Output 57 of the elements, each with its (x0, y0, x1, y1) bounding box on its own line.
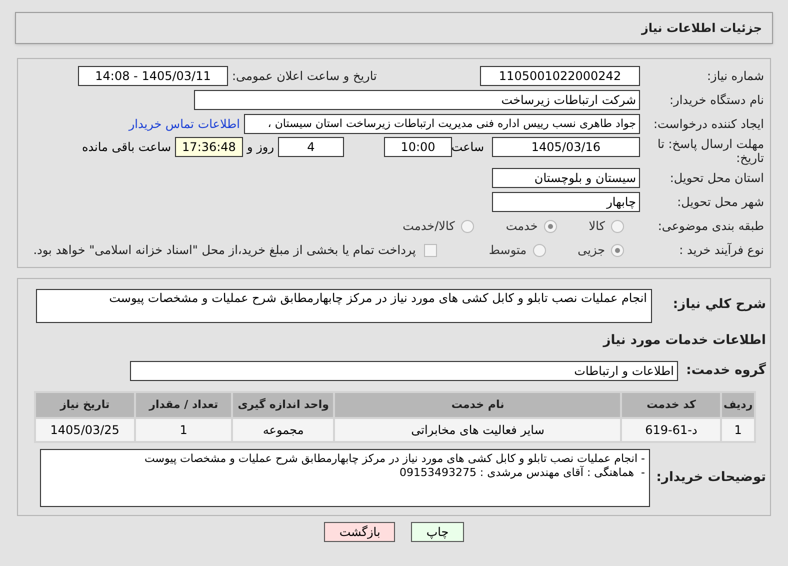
back-button[interactable]: بازگشت (324, 522, 396, 542)
radio-label: جزیی (578, 242, 605, 259)
field-label: شماره نیاز: (706, 68, 765, 85)
contact-link[interactable]: اطلاعات تماس خریدار (128, 115, 240, 133)
field-label: ساعت باقی مانده (80, 139, 172, 156)
radio-button[interactable] (460, 220, 474, 232)
field-label: روز و (246, 139, 275, 156)
table-cell: مجموعه (233, 418, 334, 440)
field-label: شرح کلي نياز: (672, 296, 767, 314)
city-field[interactable]: چابهار (492, 192, 640, 212)
column-header: کد خدمت (622, 392, 720, 416)
deadline-time-field[interactable]: 10:00 (384, 137, 452, 157)
table-cell: د-61-619 (622, 418, 720, 440)
announce-date-field[interactable]: 1405/03/11 - 14:08 (78, 66, 228, 86)
radio-label: کالا (588, 218, 605, 235)
field-label: استان محل تحویل: (668, 170, 765, 187)
field-label: شهر محل تحویل: (676, 194, 765, 211)
column-header: تعداد / مقدار (136, 392, 232, 416)
days-field[interactable]: 4 (278, 137, 344, 157)
column-header: ردیف (722, 392, 754, 416)
table-cell: 1 (722, 418, 754, 440)
radio-label: خدمت (506, 218, 538, 235)
field-label: نام دستگاه خریدار: (668, 92, 765, 109)
payment-note: پرداخت تمام یا بخشی از مبلغ خرید،از محل "اسناد خزانه اسلامی" خواهد بود. (33, 242, 416, 259)
print-button[interactable]: چاپ (411, 522, 464, 542)
need-number-field[interactable]: 1105001022000242 (480, 66, 640, 86)
notes-box[interactable]: - انجام عملیات نصب تابلو و کابل کشی های مورد نیاز در مرکز چابهارمطابق شرح عملیات و مشخصات پیوست - هماهنگی : آقای مهندس مرشدی : 09153493275 (40, 448, 650, 506)
column-header: تاریخ نیاز (36, 392, 134, 416)
field-label: مهلت ارسال پاسخ: تا تاریخ: (656, 137, 765, 165)
remaining-time-field[interactable]: 17:36:48 (175, 137, 243, 157)
radio-label: متوسط (488, 242, 527, 259)
deadline-date-field[interactable]: 1405/03/16 (492, 137, 640, 157)
requester-field[interactable]: جواد طاهری نسب رییس اداره فنی مدیریت ارتباطات زیرساخت استان سیستان ، (244, 114, 640, 134)
radio-button[interactable] (611, 244, 624, 256)
radio-label: کالا/خدمت (402, 218, 455, 235)
table-cell: 1405/03/25 (36, 418, 134, 440)
field-label: توضیحات خریدار: (655, 468, 767, 487)
field-label: تاریخ و ساعت اعلان عمومی: (231, 68, 378, 85)
radio-button[interactable] (544, 220, 557, 232)
field-label: ساعت (452, 139, 485, 156)
province-field[interactable]: سیستان و بلوچستان (492, 168, 640, 188)
column-header: نام خدمت (335, 392, 620, 416)
checkbox[interactable] (424, 244, 437, 256)
column-header: واحد اندازه گیری (233, 392, 334, 416)
service-group-field[interactable]: اطلاعات و ارتباطات (130, 360, 678, 380)
radio-button[interactable] (611, 220, 624, 232)
table-cell: 1 (136, 418, 232, 440)
buyer-org-field[interactable]: شرکت ارتباطات زیرساخت (194, 90, 640, 110)
table-cell: سایر فعالیت های مخابراتی (335, 418, 620, 440)
field-label: گروه خدمت: (685, 361, 767, 380)
page-title: جزئیات اطلاعات نیاز (641, 20, 762, 37)
description-box[interactable]: انجام عملیات نصب تابلو و کابل کشی های مورد نیاز در مرکز چابهارمطابق شرح عملیات و مشخصات پیوست (36, 289, 652, 323)
field-label: طبقه بندی موضوعی: (656, 218, 765, 235)
field-label: نوع فرآیند خرید : (678, 242, 765, 259)
radio-button[interactable] (532, 244, 546, 256)
section-title: اطلاعات خدمات مورد نیاز (602, 332, 767, 350)
field-label: ایجاد کننده درخواست: (652, 116, 765, 133)
